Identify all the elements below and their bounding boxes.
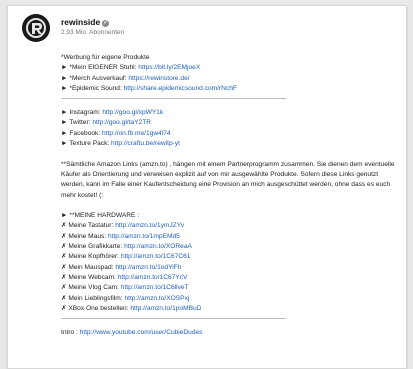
promo-link-epidemic[interactable]: http://share.epidemicsound.com/rNchF <box>124 85 237 92</box>
bullet-cross-icon: ✗ <box>61 263 67 271</box>
hardware-item-keyboard: ✗ Meine Tastatur: http://amzn.to/1ymJZYv <box>61 221 397 231</box>
hardware-heading-text: **MEINE HARDWARE : <box>69 212 140 220</box>
social-link-twitter[interactable]: http://goo.gl/taY2TR <box>92 119 151 126</box>
divider <box>61 98 286 100</box>
bullet-cross-icon: ✗ <box>61 232 67 240</box>
bullet-arrow-icon: ► <box>61 129 68 137</box>
hardware-link-gpu[interactable]: http://amzn.to/XOReaA <box>124 243 192 250</box>
bullet-cross-icon: ✗ <box>61 284 67 292</box>
bullet-cross-icon: ✗ <box>61 222 67 230</box>
hardware-item-headphones: ✗ Meine Kopfhörer: http://amzn.to/1C67C6… <box>61 252 397 262</box>
hardware-label: Mein Mauspad: <box>68 263 114 271</box>
promo-item-chair: ► *Mein EIGENER Stuhl: https://bit.ly/2E… <box>61 63 397 73</box>
hardware-link-keyboard[interactable]: http://amzn.to/1ymJZYv <box>115 222 184 229</box>
hardware-heading: ► **MEINE HARDWARE : <box>61 211 397 221</box>
social-link-facebook[interactable]: http://on.fb.me/1gw4l74 <box>102 130 171 137</box>
intro-label: Intro : <box>61 329 78 337</box>
promo-item-epidemic: ► *Epidemic Sound: http://share.epidemic… <box>61 84 397 94</box>
promo-link-merch[interactable]: https://rewinstore.de/ <box>128 75 189 82</box>
bullet-arrow-icon: ► <box>61 74 68 82</box>
social-label: Twitter: <box>69 119 91 127</box>
hardware-link-xbox[interactable]: http://amzn.to/1poMBuD <box>130 305 201 312</box>
subscriber-count: 2,93 Mio. Abonnenten <box>61 29 125 36</box>
hardware-item-webcam: ✗ Meine Webcam: http://amzn.to/1C67YcV <box>61 273 397 283</box>
intro-link[interactable]: http://www.youtube.com/user/CubieDudes <box>80 329 203 336</box>
bullet-arrow-icon: ► <box>61 64 68 72</box>
channel-name[interactable]: rewinside ✓ <box>61 17 110 27</box>
verified-badge-icon: ✓ <box>102 20 110 27</box>
hardware-label: Meine Maus: <box>68 232 107 240</box>
hardware-link-favorite-movie[interactable]: http://amzn.to/XOSPxj <box>124 295 189 302</box>
hardware-label: Mein Lieblingsfilm: <box>68 294 123 302</box>
hardware-item-mousepad: ✗ Mein Mauspad: http://amzn.to/1odYiFh <box>61 263 397 273</box>
bullet-cross-icon: ✗ <box>61 304 67 312</box>
channel-description: *Werbung für eigene Produkte ► *Mein EIG… <box>61 53 397 338</box>
bullet-arrow-icon: ► <box>61 140 68 148</box>
amazon-affiliate-notice: **Sämtliche Amazon Links (amzn.to) , hän… <box>61 160 395 199</box>
rewinside-logo-icon[interactable] <box>22 14 50 42</box>
promo-label: *Merch Ausverkauf: <box>69 74 127 82</box>
hardware-label: Meine Vlog Cam: <box>68 284 119 292</box>
social-item-texture-pack: ► Texture Pack: http://craftu.be/rewitp-… <box>61 139 397 149</box>
bullet-arrow-icon: ► <box>61 212 68 220</box>
bullet-cross-icon: ✗ <box>61 243 67 251</box>
bullet-arrow-icon: ► <box>61 109 68 117</box>
social-label: Instagram: <box>69 109 101 117</box>
hardware-label: Meine Webcam: <box>68 273 116 281</box>
hardware-link-webcam[interactable]: http://amzn.to/1C67YcV <box>118 274 188 281</box>
hardware-link-mouse[interactable]: http://amzn.to/1mpEMd5 <box>108 233 180 240</box>
bullet-cross-icon: ✗ <box>61 273 67 281</box>
bullet-arrow-icon: ► <box>61 84 68 92</box>
bullet-cross-icon: ✗ <box>61 294 67 302</box>
promo-heading: *Werbung für eigene Produkte <box>61 54 150 61</box>
social-link-instagram[interactable]: http://goo.gl/xpWY1k <box>102 109 163 116</box>
hardware-label: XBox One bestellen: <box>68 304 129 312</box>
hardware-item-mouse: ✗ Meine Maus: http://amzn.to/1mpEMd5 <box>61 232 397 242</box>
channel-name-text[interactable]: rewinside <box>61 17 100 27</box>
social-label: Facebook: <box>69 129 101 137</box>
bullet-arrow-icon: ► <box>61 119 68 127</box>
social-link-texture-pack[interactable]: http://craftu.be/rewitp-yt <box>111 140 180 147</box>
intro-item: Intro : http://www.youtube.com/user/Cubi… <box>61 328 397 338</box>
promo-link-chair[interactable]: https://bit.ly/2EMjoeX <box>138 64 200 71</box>
hardware-label: Meine Kopfhörer: <box>68 253 119 261</box>
hardware-link-vlog-cam[interactable]: http://amzn.to/1C6llveT <box>121 284 189 291</box>
social-item-instagram: ► Instagram: http://goo.gl/xpWY1k <box>61 108 397 118</box>
channel-about-card: rewinside ✓ 2,93 Mio. Abonnenten *Werbung… <box>7 5 407 369</box>
hardware-link-headphones[interactable]: http://amzn.to/1C67C61 <box>121 253 191 260</box>
divider <box>61 318 286 320</box>
hardware-item-xbox: ✗ XBox One bestellen: http://amzn.to/1po… <box>61 304 397 314</box>
hardware-item-vlog-cam: ✗ Meine Vlog Cam: http://amzn.to/1C6llve… <box>61 283 397 293</box>
hardware-item-favorite-movie: ✗ Mein Lieblingsfilm: http://amzn.to/XOS… <box>61 294 397 304</box>
social-item-twitter: ► Twitter: http://goo.gl/taY2TR <box>61 118 397 128</box>
social-label: Texture Pack: <box>69 140 110 148</box>
bullet-cross-icon: ✗ <box>61 253 67 261</box>
promo-item-merch: ► *Merch Ausverkauf: https://rewinstore.… <box>61 74 397 84</box>
social-item-facebook: ► Facebook: http://on.fb.me/1gw4l74 <box>61 129 397 139</box>
promo-label: *Epidemic Sound: <box>69 84 122 92</box>
hardware-link-mousepad[interactable]: http://amzn.to/1odYiFh <box>115 264 181 271</box>
promo-label: *Mein EIGENER Stuhl: <box>69 64 137 72</box>
hardware-label: Meine Grafikkarte: <box>68 243 123 251</box>
hardware-item-gpu: ✗ Meine Grafikkarte: http://amzn.to/XORe… <box>61 242 397 252</box>
hardware-label: Meine Tastatur: <box>68 222 114 230</box>
